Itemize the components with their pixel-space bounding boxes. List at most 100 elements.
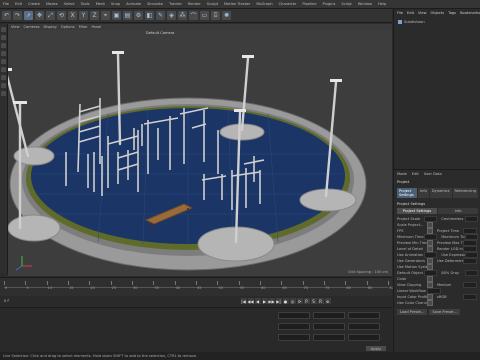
load-preset-button[interactable]: Load Preset... <box>397 309 428 315</box>
undo-icon[interactable]: ↶ <box>2 11 11 20</box>
menu-item-script[interactable]: Script <box>338 2 354 6</box>
size-y-field[interactable] <box>313 323 345 330</box>
attribute-field[interactable] <box>463 258 477 264</box>
timeline[interactable]: 0 5 10 15 20 25 30 35 40 45 50 55 60 65 70 75 80 85 90 <box>0 277 394 296</box>
snap-icon[interactable] <box>1 75 6 80</box>
scale-icon[interactable]: ⤢ <box>46 11 55 20</box>
attribute-field[interactable] <box>463 282 477 288</box>
go-to-end-icon[interactable]: ▶| <box>275 298 282 304</box>
object-menu-tags[interactable]: Tags <box>448 11 456 15</box>
render-picture-icon[interactable]: ▤ <box>123 11 132 20</box>
play-icon[interactable]: ▶ <box>261 298 268 304</box>
lock-icon[interactable] <box>1 91 6 96</box>
object-menu-view[interactable]: View <box>418 11 427 15</box>
z-axis-icon[interactable]: Z <box>90 11 99 20</box>
rotation-h-field[interactable] <box>348 312 380 319</box>
object-menu-objects[interactable]: Objects <box>431 11 445 15</box>
object-menu-edit[interactable]: Edit <box>407 11 414 15</box>
position-key-icon[interactable]: P <box>303 298 310 304</box>
move-icon[interactable]: ✥ <box>35 11 44 20</box>
tab-info[interactable]: Info <box>418 188 429 198</box>
tab-dynamics[interactable]: Dynamics <box>429 188 452 198</box>
menu-item-edit[interactable]: Edit <box>12 2 25 6</box>
loop-icon[interactable]: ⟳ <box>296 298 303 304</box>
scale-key-icon[interactable]: S <box>310 298 317 304</box>
menu-item-create[interactable]: Create <box>25 2 43 6</box>
menu-item-tracker[interactable]: Tracker <box>166 2 185 6</box>
menu-item-mesh[interactable]: Mesh <box>93 2 108 6</box>
live-selection-icon[interactable]: ➚ <box>24 11 33 20</box>
save-preset-button[interactable]: Save Preset... <box>429 309 461 315</box>
position-x-field[interactable] <box>278 312 310 319</box>
x-axis-icon[interactable]: X <box>68 11 77 20</box>
cube-icon[interactable]: ◧ <box>145 11 154 20</box>
edges-mode-icon[interactable] <box>1 51 6 56</box>
axis-mode-icon[interactable] <box>1 67 6 72</box>
size-z-field[interactable] <box>313 334 345 341</box>
attribute-field[interactable] <box>463 294 477 300</box>
attribute-field[interactable] <box>427 300 433 306</box>
autokey-icon[interactable]: ◎ <box>289 298 296 304</box>
polygons-mode-icon[interactable] <box>1 59 6 64</box>
model-mode-icon[interactable] <box>1 27 6 32</box>
menu-item-tools[interactable]: Tools <box>78 2 93 6</box>
menu-item-select[interactable]: Select <box>61 2 78 6</box>
render-settings-icon[interactable]: ⚙ <box>134 11 143 20</box>
menu-item-render[interactable]: Render <box>185 2 204 6</box>
camera-icon[interactable]: ⌼ <box>211 11 220 20</box>
render-view-icon[interactable]: ▣ <box>112 11 121 20</box>
menu-item-character[interactable]: Character <box>276 2 300 6</box>
deformer-icon[interactable]: ⌒ <box>189 11 198 20</box>
step-forward-icon[interactable]: ▶▶ <box>268 298 275 304</box>
tab-referencing[interactable]: Referencing <box>452 188 478 198</box>
subtab-project-settings[interactable]: Project Settings <box>397 208 437 214</box>
position-y-field[interactable] <box>278 323 310 330</box>
go-to-start-icon[interactable]: |◀ <box>240 298 247 304</box>
menu-item-modes[interactable]: Modes <box>43 2 61 6</box>
rotation-p-field[interactable] <box>348 323 380 330</box>
3d-viewport[interactable]: View Cameras Display Options Filter Panel Def… <box>8 24 392 276</box>
subtab-info[interactable]: Info <box>438 208 478 214</box>
attribute-field[interactable] <box>465 270 478 276</box>
redo-icon[interactable]: ↷ <box>13 11 22 20</box>
attribute-menu-edit[interactable]: Edit <box>412 172 419 176</box>
array-icon[interactable]: ⁂ <box>178 11 187 20</box>
menu-item-motion-tracker[interactable]: Motion Tracker <box>221 2 253 6</box>
attribute-menu-mode[interactable]: Mode <box>397 172 407 176</box>
pen-icon[interactable]: ✎ <box>156 11 165 20</box>
menu-item-simulate[interactable]: Simulate <box>144 2 166 6</box>
coordinate-system-icon[interactable]: ⌖ <box>101 11 110 20</box>
points-mode-icon[interactable] <box>1 43 6 48</box>
texture-mode-icon[interactable] <box>1 35 6 40</box>
attribute-menu-user-data[interactable]: User Data <box>424 172 442 176</box>
menu-item-plugins[interactable]: Plugins <box>319 2 338 6</box>
rotate-icon[interactable]: ⟲ <box>57 11 66 20</box>
attribute-field[interactable] <box>465 216 478 222</box>
y-axis-icon[interactable]: Y <box>79 11 88 20</box>
apply-button[interactable]: Apply <box>366 346 386 351</box>
rotation-b-field[interactable] <box>348 334 380 341</box>
menu-item-help[interactable]: Help <box>375 2 389 6</box>
workplane-icon[interactable] <box>1 83 6 88</box>
object-menu-bookmarks[interactable]: Bookmarks <box>460 11 480 15</box>
light-icon[interactable]: ✺ <box>222 11 231 20</box>
tab-project-settings[interactable]: Project Settings <box>397 188 417 198</box>
object-menu-file[interactable]: File <box>397 11 403 15</box>
menu-item-sculpt[interactable]: Sculpt <box>204 2 221 6</box>
menu-item-pipeline[interactable]: Pipeline <box>299 2 319 6</box>
previous-key-icon[interactable]: ◀◀ <box>247 298 254 304</box>
step-back-icon[interactable]: ◀ <box>254 298 261 304</box>
subdivision-icon[interactable]: ◈ <box>167 11 176 20</box>
rotation-key-icon[interactable]: R <box>317 298 324 304</box>
parameter-key-icon[interactable]: ⊕ <box>324 298 331 304</box>
menu-item-snap[interactable]: Snap <box>108 2 123 6</box>
record-icon[interactable]: ● <box>282 298 289 304</box>
object-row[interactable]: Subdivision <box>397 19 478 25</box>
menu-item-window[interactable]: Window <box>355 2 375 6</box>
menu-item-animate[interactable]: Animate <box>123 2 144 6</box>
timeline-ruler[interactable]: 0 5 10 15 20 25 30 35 40 45 50 55 60 65 70 75 80 85 90 <box>4 281 394 290</box>
size-x-field[interactable] <box>313 312 345 319</box>
menu-item-file[interactable]: File <box>0 2 12 6</box>
menu-item-mograph[interactable]: MoGraph <box>253 2 275 6</box>
floor-icon[interactable]: ▭ <box>200 11 209 20</box>
